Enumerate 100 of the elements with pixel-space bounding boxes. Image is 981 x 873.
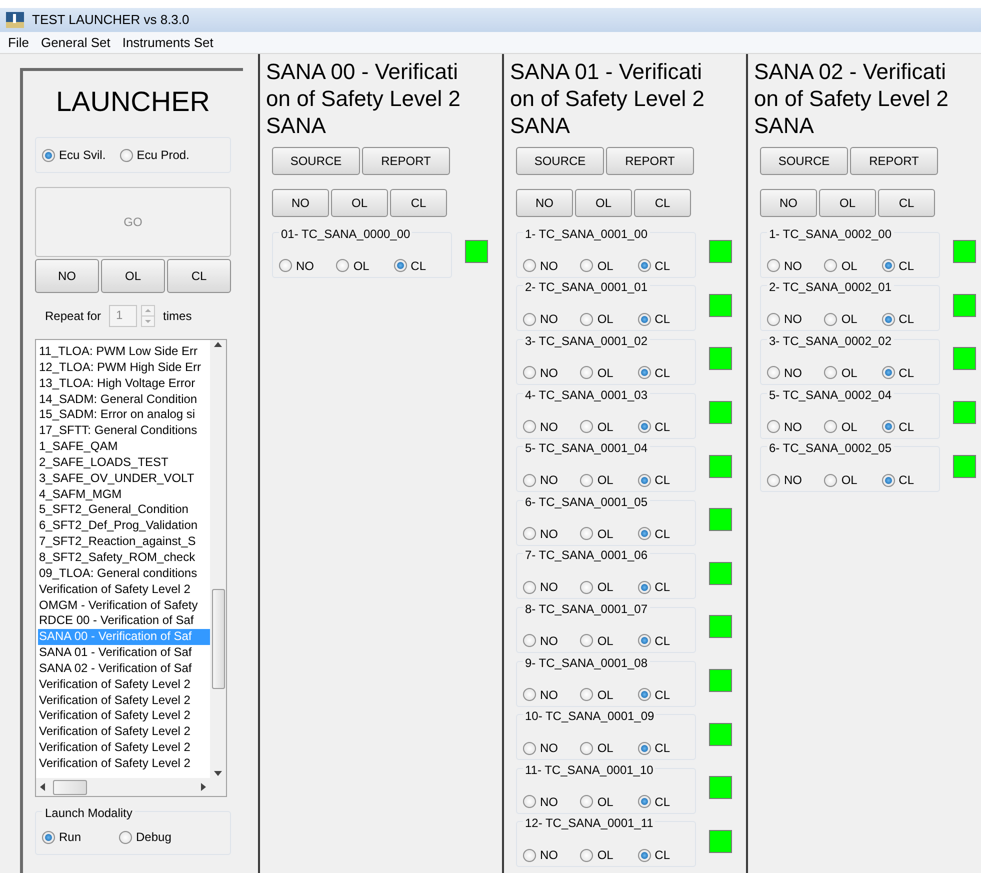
radio-label[interactable]: CL: [654, 792, 670, 811]
radio-label[interactable]: OL: [597, 364, 614, 382]
list-item[interactable]: 6_SFT2_Def_Prog_Validation: [38, 518, 210, 534]
scrollbar-thumb[interactable]: [212, 589, 224, 689]
radio-button[interactable]: [523, 312, 536, 326]
radio-button[interactable]: [767, 474, 780, 487]
radio-label[interactable]: NO: [540, 524, 558, 543]
action-button[interactable]: SOURCE: [272, 147, 360, 175]
radio-label[interactable]: CL: [654, 686, 670, 704]
action-button[interactable]: REPORT: [606, 147, 694, 175]
radio-button[interactable]: [523, 420, 536, 434]
radio-button[interactable]: [882, 366, 895, 380]
radio-label[interactable]: OL: [597, 686, 614, 704]
mode-button[interactable]: OL: [575, 189, 632, 217]
radio-label[interactable]: CL: [654, 256, 670, 275]
radio-button[interactable]: [824, 474, 838, 487]
radio-button[interactable]: [580, 366, 594, 380]
radio-button[interactable]: [638, 688, 651, 702]
radio-button[interactable]: [580, 742, 594, 755]
list-item[interactable]: Verification of Safety Level 2: [38, 724, 210, 740]
radio-button[interactable]: [638, 848, 651, 862]
radio-button[interactable]: [523, 474, 536, 487]
radio-label[interactable]: CL: [654, 846, 670, 864]
radio-label[interactable]: OL: [841, 471, 858, 490]
mode-button[interactable]: OL: [331, 189, 388, 217]
radio-label[interactable]: NO: [784, 256, 802, 275]
radio-label[interactable]: Ecu Prod.: [136, 146, 190, 164]
radio-label[interactable]: Debug: [136, 828, 172, 846]
radio-button[interactable]: [882, 312, 895, 326]
vertical-scrollbar[interactable]: [210, 340, 226, 778]
radio-label[interactable]: NO: [784, 364, 802, 382]
radio-button[interactable]: [824, 420, 838, 434]
radio-button[interactable]: [523, 366, 536, 380]
radio-label[interactable]: CL: [654, 471, 670, 490]
radio-label[interactable]: OL: [597, 846, 614, 864]
mode-button[interactable]: CL: [167, 259, 231, 293]
radio-label[interactable]: CL: [898, 418, 914, 436]
radio-label[interactable]: NO: [540, 846, 558, 864]
horizontal-scrollbar[interactable]: [36, 778, 226, 796]
radio-button[interactable]: [638, 259, 651, 272]
radio-label[interactable]: CL: [654, 418, 670, 436]
radio-button[interactable]: [336, 259, 350, 272]
radio-label[interactable]: CL: [654, 524, 670, 543]
radio-label[interactable]: NO: [540, 632, 558, 650]
radio-button[interactable]: [523, 634, 536, 648]
radio-button[interactable]: [824, 366, 838, 380]
list-item[interactable]: 1_SAFE_QAM: [38, 439, 210, 455]
radio-button[interactable]: [523, 580, 536, 594]
radio-label[interactable]: OL: [841, 418, 858, 436]
list-item[interactable]: 09_TLOA: General conditions: [38, 566, 210, 582]
action-button[interactable]: REPORT: [362, 147, 450, 175]
radio-button[interactable]: [638, 742, 651, 755]
list-item[interactable]: 7_SFT2_Reaction_against_S: [38, 534, 210, 550]
list-item[interactable]: OMGM - Verification of Safety: [38, 598, 210, 614]
radio-label[interactable]: OL: [841, 256, 858, 275]
radio-button[interactable]: [523, 848, 536, 862]
radio-button[interactable]: [580, 527, 594, 540]
mode-button[interactable]: NO: [760, 189, 817, 217]
mode-button[interactable]: NO: [272, 189, 329, 217]
radio-label[interactable]: NO: [296, 256, 314, 275]
radio-button[interactable]: [638, 527, 651, 540]
list-item[interactable]: 12_TLOA: PWM High Side Err: [38, 360, 210, 376]
mode-button[interactable]: CL: [878, 189, 935, 217]
radio-label[interactable]: CL: [654, 364, 670, 382]
list-item[interactable]: Verification of Safety Level 2: [38, 676, 210, 693]
radio-button[interactable]: [638, 312, 651, 326]
radio-label[interactable]: Ecu Svil.: [59, 146, 106, 164]
radio-label[interactable]: NO: [540, 739, 558, 758]
list-item[interactable]: 3_SAFE_OV_UNDER_VOLT: [38, 470, 210, 487]
radio-button[interactable]: [279, 259, 292, 272]
radio-label[interactable]: OL: [597, 739, 614, 758]
list-item[interactable]: 4_SAFM_MGM: [38, 486, 210, 502]
list-item[interactable]: 2_SAFE_LOADS_TEST: [38, 454, 210, 471]
radio-label[interactable]: NO: [540, 686, 558, 704]
radio-button[interactable]: [638, 634, 651, 648]
menu-item[interactable]: General Set: [34, 32, 116, 52]
list-item[interactable]: SANA 01 - Verification of Saf: [38, 645, 210, 661]
list-item[interactable]: 15_SADM: Error on analog si: [38, 407, 210, 424]
mode-button[interactable]: CL: [390, 189, 447, 217]
radio-label[interactable]: CL: [898, 364, 914, 382]
radio-button[interactable]: [523, 527, 536, 540]
radio-label[interactable]: CL: [410, 256, 426, 275]
list-item[interactable]: Verification of Safety Level 2: [38, 740, 210, 756]
list-item[interactable]: SANA 02 - Verification of Saf: [38, 660, 210, 677]
radio-label[interactable]: NO: [540, 418, 558, 436]
radio-label[interactable]: OL: [597, 471, 614, 490]
radio-label[interactable]: OL: [353, 256, 370, 275]
radio-label[interactable]: NO: [540, 364, 558, 382]
mode-button[interactable]: CL: [634, 189, 691, 217]
radio-button[interactable]: [120, 148, 133, 162]
radio-button[interactable]: [638, 795, 651, 808]
radio-label[interactable]: NO: [540, 310, 558, 328]
list-item[interactable]: Verification of Safety Level 2: [38, 756, 210, 772]
action-button[interactable]: REPORT: [850, 147, 938, 175]
radio-button[interactable]: [638, 474, 651, 487]
radio-label[interactable]: CL: [654, 310, 670, 328]
radio-button[interactable]: [580, 474, 594, 487]
radio-label[interactable]: OL: [841, 310, 858, 328]
radio-button[interactable]: [523, 259, 536, 272]
radio-label[interactable]: CL: [654, 739, 670, 758]
